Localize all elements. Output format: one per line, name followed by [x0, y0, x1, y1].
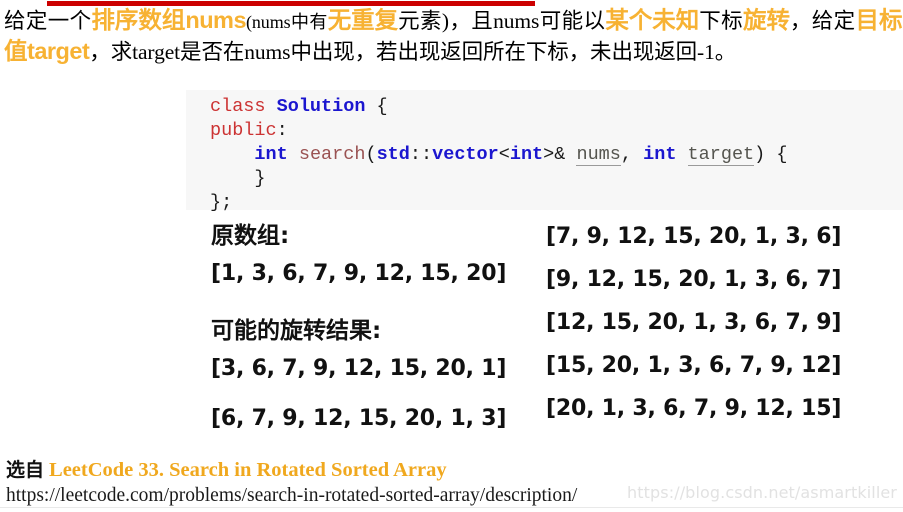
- code-token: };: [210, 192, 233, 213]
- code-token: target: [687, 144, 755, 166]
- code-snippet[interactable]: class Solution {public: int search(std::…: [186, 90, 903, 213]
- code-token: <: [498, 144, 510, 165]
- code-line: class Solution {: [210, 95, 903, 119]
- problem-statement: 给定一个排序数组nums(nums中有无重复元素)，且nums可能以某个未知下标…: [4, 6, 903, 67]
- code-token: >&: [543, 144, 577, 165]
- code-token: ::: [409, 144, 433, 165]
- rotation-row: [15, 20, 1, 3, 6, 7, 9, 12]: [546, 353, 842, 378]
- code-token: (: [365, 144, 377, 165]
- code-token: {: [365, 96, 388, 117]
- code-token: ) {: [754, 144, 788, 165]
- rotation-row: [7, 9, 12, 15, 20, 1, 3, 6]: [546, 224, 842, 249]
- rotation-row: [9, 12, 15, 20, 1, 3, 6, 7]: [546, 267, 842, 292]
- statement-highlight-sorted-array: 排序数组nums: [91, 7, 247, 33]
- statement-segment-7: 下标: [699, 9, 743, 33]
- original-array-value: [1, 3, 6, 7, 9, 12, 15, 20]: [211, 261, 507, 286]
- code-line: };: [210, 191, 903, 215]
- code-token: public: [210, 120, 277, 141]
- source-attribution: 选自 LeetCode 33. Search in Rotated Sorted …: [6, 458, 896, 483]
- rotation-row: [20, 1, 3, 6, 7, 9, 12, 15]: [546, 396, 842, 421]
- original-array-label: 原数组:: [211, 223, 290, 249]
- code-token: search: [298, 144, 366, 165]
- statement-highlight-unknown-pivot: 某个未知: [605, 7, 700, 33]
- code-line: }: [210, 167, 903, 191]
- statement-segment-11: ，求target是否在nums中出现，若出现返回所在下标，未出现返回-1。: [89, 40, 737, 64]
- code-token: int: [509, 144, 544, 165]
- code-line: int search(std::vector<int>& nums, int t…: [210, 143, 903, 167]
- statement-highlight-no-duplicates: 无重复: [327, 7, 399, 33]
- code-token: }: [210, 168, 266, 189]
- code-token: class: [210, 96, 277, 117]
- code-token: nums: [576, 144, 621, 166]
- code-token: Solution: [276, 96, 366, 117]
- code-line: public:: [210, 119, 903, 143]
- arrays-left-column: 原数组: [1, 3, 6, 7, 9, 12, 15, 20] 可能的旋转结果…: [211, 216, 541, 431]
- rotation-row: [3, 6, 7, 9, 12, 15, 20, 1]: [211, 356, 507, 381]
- bottom-hairline: [0, 507, 903, 508]
- code-token: int: [643, 144, 677, 165]
- arrays-right-column: [7, 9, 12, 15, 20, 1, 3, 6] [9, 12, 15, …: [546, 224, 903, 421]
- code-token: std: [376, 144, 410, 165]
- csdn-watermark: https://blog.csdn.net/asmartkiller: [627, 483, 897, 502]
- code-token: int: [254, 144, 288, 165]
- statement-segment-9: ，给定: [789, 9, 856, 33]
- code-token: vector: [432, 144, 499, 165]
- source-prefix-label: 选自: [6, 460, 45, 481]
- rotations-label: 可能的旋转结果:: [211, 318, 382, 344]
- rotation-row: [6, 7, 9, 12, 15, 20, 1, 3]: [211, 406, 507, 431]
- source-title-link[interactable]: LeetCode 33. Search in Rotated Sorted Ar…: [49, 459, 447, 481]
- statement-highlight-rotate: 旋转: [742, 7, 790, 33]
- statement-segment-1: 给定一个: [4, 9, 92, 33]
- code-token: :: [276, 120, 288, 141]
- statement-segment-5: 元素)，且nums可能以: [398, 9, 606, 33]
- code-token: ,: [620, 144, 644, 165]
- statement-segment-3: (nums中有: [246, 12, 328, 32]
- rotation-row: [12, 15, 20, 1, 3, 6, 7, 9]: [546, 310, 842, 335]
